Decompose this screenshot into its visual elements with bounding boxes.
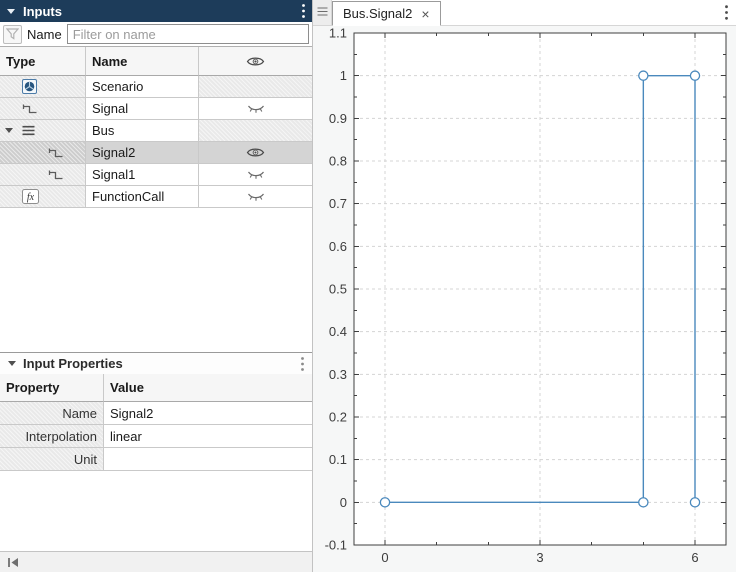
go-to-start-icon[interactable] (7, 557, 19, 568)
column-header-property: Property (0, 374, 104, 402)
tab-label: Bus.Signal2 (343, 6, 413, 21)
property-row-unit: Unit (0, 448, 312, 471)
inputs-tree-table: Type Name Scenario Signal Bus Signal2 Signal… (0, 46, 312, 352)
svg-text:0.2: 0.2 (329, 410, 347, 425)
type-cell (0, 98, 86, 120)
tab-bus-signal2[interactable]: Bus.Signal2 × (332, 1, 441, 26)
eye-cell-empty (199, 120, 312, 142)
type-cell (0, 164, 86, 186)
properties-menu-kebab-icon[interactable] (301, 356, 304, 371)
column-header-name: Name (86, 47, 199, 76)
scenario-icon (22, 79, 37, 94)
name-cell: FunctionCall (86, 186, 199, 208)
properties-table: Property Value Name Signal2 Interpolation l… (0, 374, 312, 551)
svg-text:1: 1 (340, 68, 347, 83)
signal-icon (48, 146, 64, 159)
svg-text:0.6: 0.6 (329, 239, 347, 254)
eye-closed-icon[interactable] (199, 98, 312, 120)
name-cell: Scenario (86, 76, 199, 98)
plot-panel: Bus.Signal2 × 1.1 1 0.9 0.8 0.7 0.6 0.5 0.4 0.3 0… (313, 0, 736, 572)
filter-funnel-icon[interactable] (3, 24, 22, 44)
property-value[interactable]: Signal2 (104, 402, 312, 425)
tree-row-bus[interactable]: Bus (0, 120, 312, 142)
column-header-value: Value (104, 374, 312, 402)
inputs-panel-title: Inputs (23, 3, 62, 19)
svg-text:0.5: 0.5 (329, 282, 347, 297)
tree-row-signal1[interactable]: Signal1 (0, 164, 312, 186)
filter-input[interactable] (66, 24, 309, 44)
property-row-interpolation: Interpolation linear (0, 425, 312, 448)
input-properties-header: Input Properties (0, 352, 312, 374)
tree-row-functioncall[interactable]: fx FunctionCall (0, 186, 312, 208)
svg-text:0: 0 (340, 495, 347, 510)
name-cell: Signal2 (86, 142, 199, 164)
tree-row-signal2[interactable]: Signal2 (0, 142, 312, 164)
signal-plot[interactable]: 1.1 1 0.9 0.8 0.7 0.6 0.5 0.4 0.3 0.2 0.1 0 -0.1 0 3 6 (313, 26, 736, 572)
eye-closed-icon[interactable] (199, 164, 312, 186)
name-cell: Signal (86, 98, 199, 120)
collapse-triangle-icon[interactable] (8, 361, 16, 366)
column-header-type: Type (0, 47, 86, 76)
svg-text:0.8: 0.8 (329, 154, 347, 169)
svg-text:6: 6 (691, 550, 698, 565)
svg-text:0.4: 0.4 (329, 324, 347, 339)
tab-close-icon[interactable]: × (421, 7, 429, 21)
eye-open-icon[interactable] (199, 142, 312, 164)
input-properties-title: Input Properties (23, 356, 123, 371)
properties-table-header: Property Value (0, 374, 312, 402)
signal-icon (48, 168, 64, 181)
property-value[interactable]: linear (104, 425, 312, 448)
svg-text:-0.1: -0.1 (325, 538, 347, 553)
tab-list-hamburger-icon[interactable] (313, 0, 332, 25)
inputs-panel-header: Inputs (0, 0, 312, 22)
tree-row-signal[interactable]: Signal (0, 98, 312, 120)
inputs-panel: Inputs Name Type Name ScenarioSignalBusS… (0, 0, 313, 572)
name-cell: Signal1 (86, 164, 199, 186)
property-label: Interpolation (0, 425, 104, 448)
signal-plot-figure: 1.1 1 0.9 0.8 0.7 0.6 0.5 0.4 0.3 0.2 0.1 0 -0.1 0 3 6 (313, 26, 736, 572)
plot-tabbar: Bus.Signal2 × (313, 0, 736, 26)
svg-text:0: 0 (381, 550, 388, 565)
function-call-icon: fx (22, 189, 39, 204)
property-value[interactable] (104, 448, 312, 471)
property-row-name: Name Signal2 (0, 402, 312, 425)
bottom-toolbar (0, 551, 312, 572)
type-cell (0, 120, 86, 142)
type-cell (0, 76, 86, 98)
collapse-triangle-icon[interactable] (7, 8, 15, 14)
inputs-menu-kebab-icon[interactable] (302, 4, 305, 18)
expander-down-icon[interactable] (5, 128, 22, 133)
svg-text:0.9: 0.9 (329, 111, 347, 126)
name-cell: Bus (86, 120, 199, 142)
type-cell (0, 142, 86, 164)
eye-cell-empty (199, 76, 312, 98)
property-label: Name (0, 402, 104, 425)
svg-text:0.3: 0.3 (329, 367, 347, 382)
tree-table-header: Type Name (0, 47, 312, 76)
svg-text:0.1: 0.1 (329, 452, 347, 467)
filter-name-label: Name (27, 26, 62, 42)
signal-icon (22, 102, 38, 115)
filter-row: Name (0, 22, 312, 46)
svg-text:1.1: 1.1 (329, 26, 347, 41)
plot-menu-kebab-icon[interactable] (725, 0, 736, 25)
eye-closed-icon[interactable] (199, 186, 312, 208)
svg-text:fx: fx (27, 192, 35, 203)
property-label: Unit (0, 448, 104, 471)
type-cell: fx (0, 186, 86, 208)
column-header-eye-icon (199, 47, 312, 76)
svg-text:0.7: 0.7 (329, 196, 347, 211)
tree-row-scenario[interactable]: Scenario (0, 76, 312, 98)
bus-icon (22, 125, 35, 136)
svg-text:3: 3 (536, 550, 543, 565)
